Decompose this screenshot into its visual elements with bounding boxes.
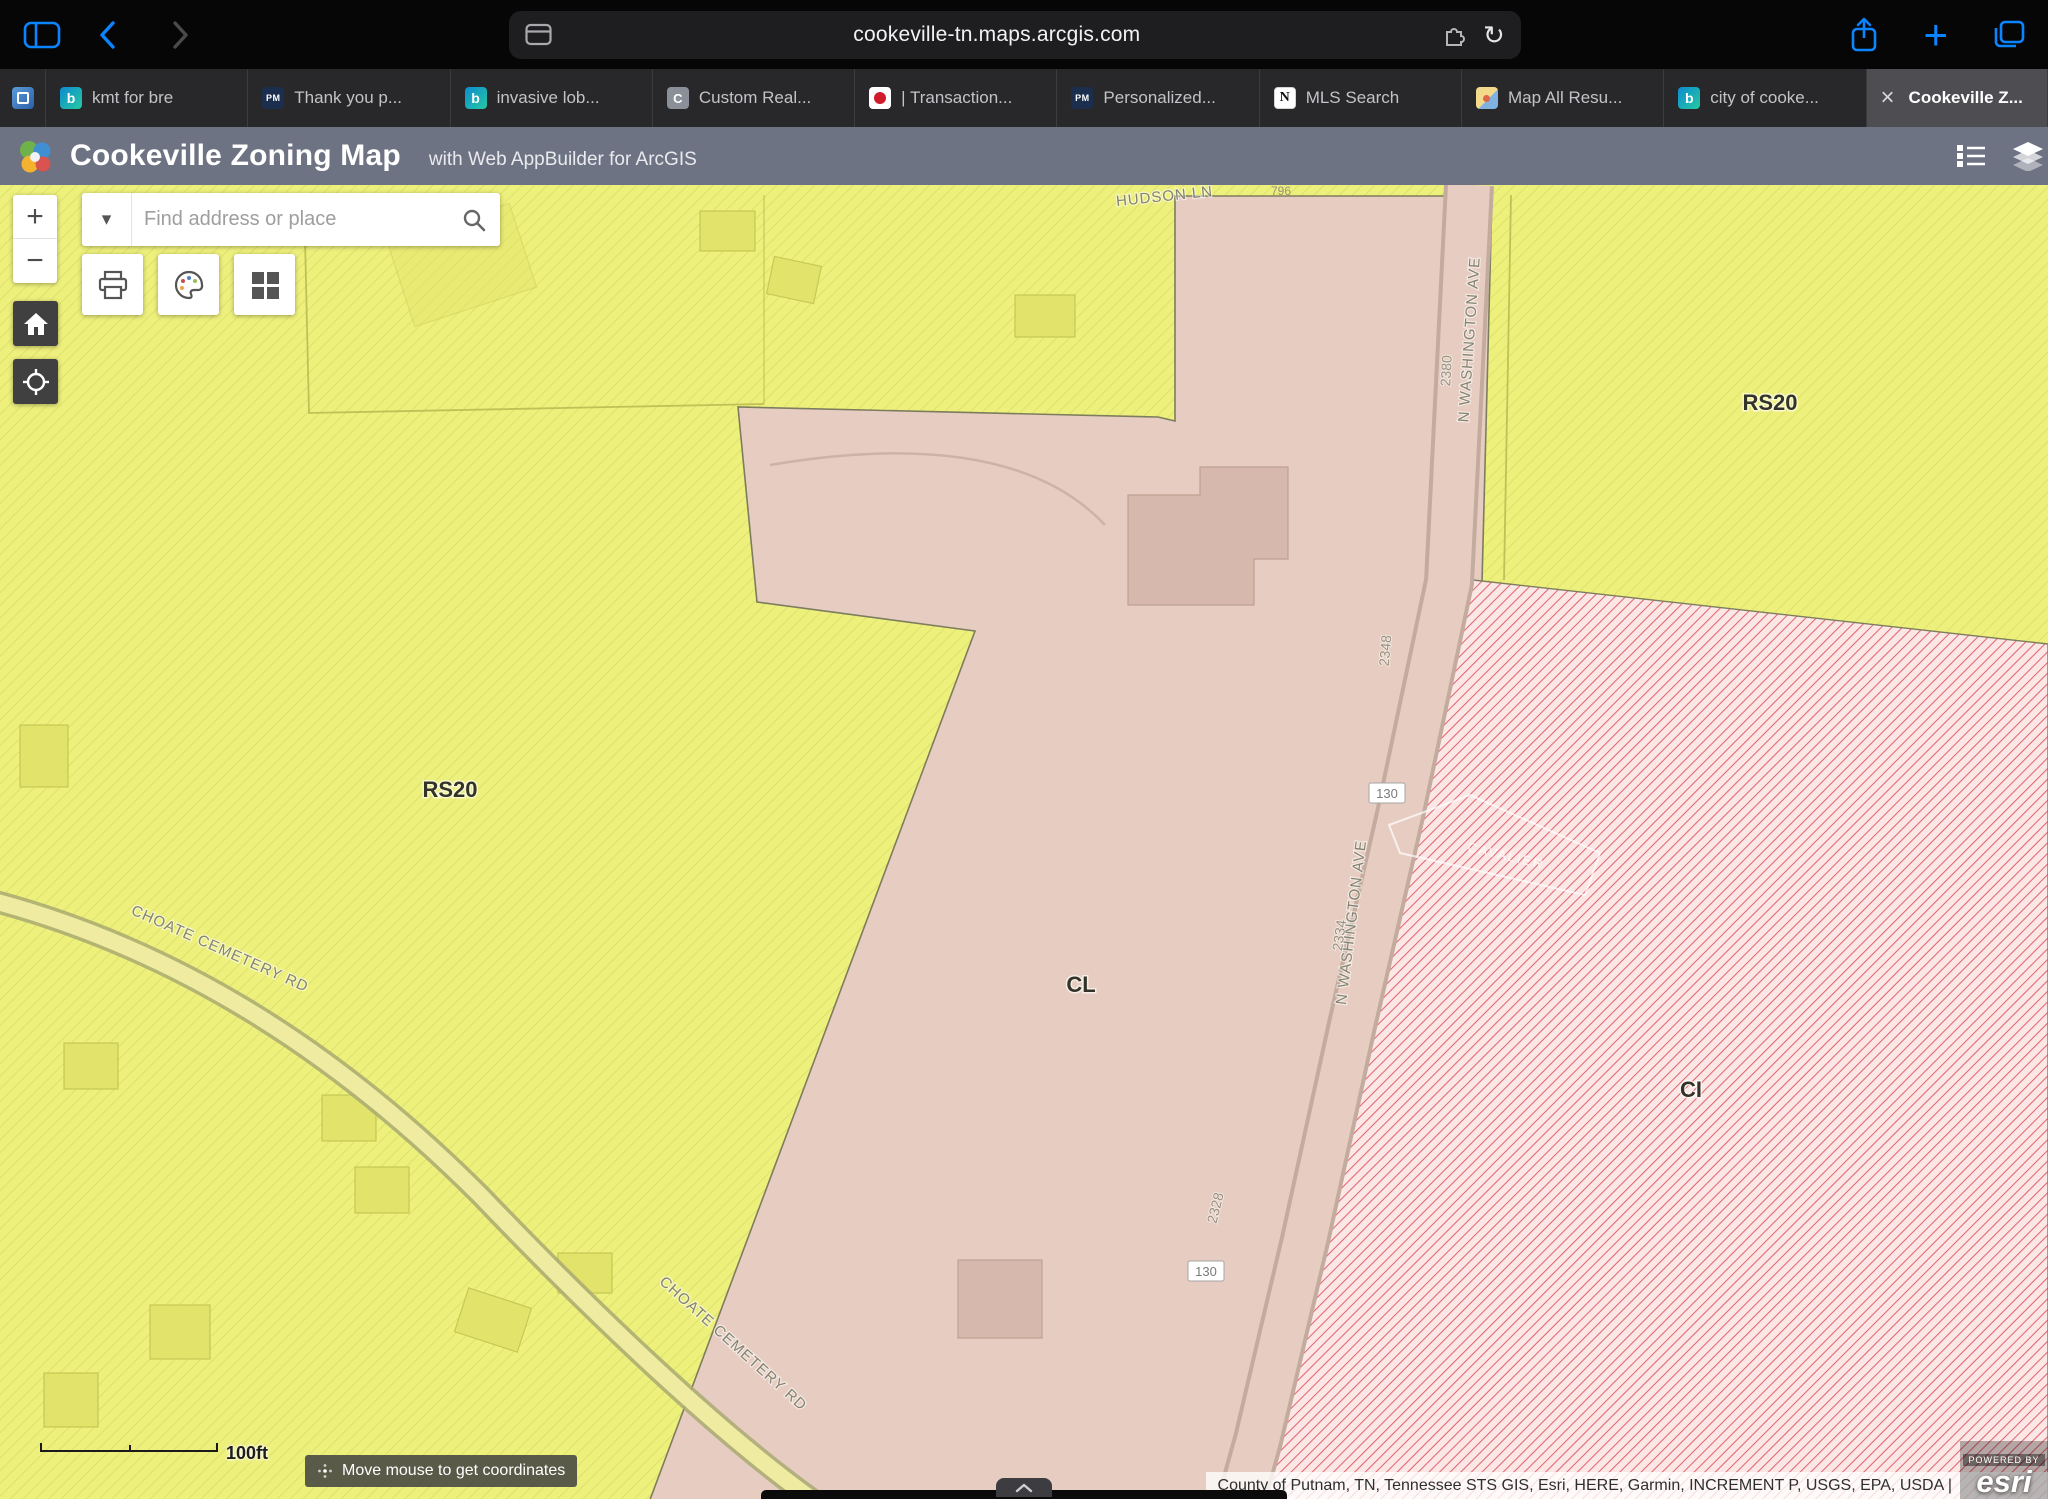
search-source-dropdown[interactable]: ▾: [82, 193, 132, 246]
reload-button[interactable]: ↻: [1483, 22, 1505, 48]
chevron-left-icon: [98, 19, 118, 51]
page-settings-icon[interactable]: [525, 23, 552, 46]
toolbar-right-group: +: [1849, 14, 2026, 56]
url-bar[interactable]: cookeville-tn.maps.arcgis.com ↻: [509, 11, 1521, 59]
back-button[interactable]: [98, 19, 118, 51]
legend-icon[interactable]: [1956, 143, 1986, 169]
zoom-control: + −: [13, 195, 57, 283]
zone-label-ci: CI: [1680, 1077, 1702, 1102]
zone-label-rs20-left: RS20: [422, 777, 477, 802]
c-favicon: C: [667, 87, 689, 109]
zoning-basemap[interactable]: 130 130 RS20 RS20 CL CI CHOATE CEMETERY …: [0, 185, 2048, 1499]
page-subtitle: with Web AppBuilder for ArcGIS: [429, 149, 697, 171]
tab-label: Custom Real...: [699, 88, 811, 108]
tab-city-of-cookeville[interactable]: b city of cooke...: [1664, 69, 1866, 127]
forward-button[interactable]: [170, 19, 190, 51]
draw-palette-button[interactable]: [158, 254, 219, 315]
house-number: 2380: [1437, 355, 1455, 387]
svg-text:130: 130: [1376, 786, 1398, 801]
bing-favicon: b: [465, 87, 487, 109]
locate-button[interactable]: [13, 359, 58, 404]
basemap-grid-icon: [250, 270, 280, 300]
esri-logo: POWERED BY esri: [1960, 1441, 2048, 1499]
scale-bar: [40, 1443, 218, 1452]
sidebar-toggle-button[interactable]: [22, 19, 62, 51]
pm-favicon: PM: [1071, 87, 1093, 109]
tab-mls-search[interactable]: N MLS Search: [1260, 69, 1462, 127]
zone-label-cl: CL: [1066, 972, 1095, 997]
tabs-icon: [1992, 19, 2026, 51]
tab-transaction[interactable]: | Transaction...: [855, 69, 1057, 127]
sidebar-icon: [22, 19, 62, 51]
bing-favicon: b: [1678, 87, 1700, 109]
house-number: 796: [1271, 185, 1291, 198]
header-widget-icons: [1956, 141, 2044, 171]
tab-label: Thank you p...: [294, 88, 402, 108]
n-favicon: N: [1274, 87, 1296, 109]
tab-label: kmt for bre: [92, 88, 173, 108]
tab-label: Personalized...: [1103, 88, 1215, 108]
tab-custom-real[interactable]: C Custom Real...: [653, 69, 855, 127]
basemap-gallery-button[interactable]: [234, 254, 295, 315]
app-header: Cookeville Zoning Map with Web AppBuilde…: [0, 127, 2048, 185]
coordinate-hint-tooltip: Move mouse to get coordinates: [305, 1455, 577, 1487]
zone-label-rs20-right: RS20: [1742, 390, 1797, 415]
page-title: Cookeville Zoning Map: [70, 139, 401, 173]
tab-personalized[interactable]: PM Personalized...: [1057, 69, 1259, 127]
search-input[interactable]: [132, 193, 447, 246]
tab-label: Map All Resu...: [1508, 88, 1622, 108]
house-number: 2348: [1376, 634, 1395, 667]
tab-pinned[interactable]: [0, 69, 46, 127]
pinned-favicon: [12, 87, 34, 109]
tab-strip: b kmt for bre PM Thank you p... b invasi…: [0, 69, 2048, 127]
bing-favicon: b: [60, 87, 82, 109]
address-search-widget: ▾: [82, 193, 500, 246]
tab-label: city of cooke...: [1710, 88, 1819, 108]
zoom-in-button[interactable]: +: [13, 195, 57, 239]
map-viewport[interactable]: 130 130 RS20 RS20 CL CI CHOATE CEMETERY …: [0, 185, 2048, 1499]
coordinate-hint-text: Move mouse to get coordinates: [342, 1462, 565, 1480]
tab-map-all[interactable]: Map All Resu...: [1462, 69, 1664, 127]
share-icon: [1849, 16, 1879, 54]
pull-up-handle[interactable]: [996, 1478, 1052, 1497]
browser-window: cookeville-tn.maps.arcgis.com ↻ +: [0, 0, 2048, 1499]
scale-label: 100ft: [226, 1443, 268, 1464]
locate-icon: [22, 368, 50, 396]
tab-label: Cookeville Z...: [1909, 88, 2023, 108]
share-button[interactable]: [1849, 16, 1879, 54]
print-button[interactable]: [82, 254, 143, 315]
tab-label: invasive lob...: [497, 88, 600, 108]
print-icon: [97, 270, 129, 300]
tab-thank-you[interactable]: PM Thank you p...: [248, 69, 450, 127]
home-extent-button[interactable]: [13, 301, 58, 346]
search-button[interactable]: [447, 193, 500, 246]
browser-toolbar: cookeville-tn.maps.arcgis.com ↻ +: [0, 0, 2048, 69]
coordinates-icon[interactable]: [317, 1463, 333, 1479]
extensions-icon[interactable]: [1442, 22, 1467, 47]
tab-invasive[interactable]: b invasive lob...: [451, 69, 653, 127]
pm-favicon: PM: [262, 87, 284, 109]
palette-icon: [173, 269, 205, 301]
chevron-right-icon: [170, 19, 190, 51]
tab-kmt[interactable]: b kmt for bre: [46, 69, 248, 127]
home-icon: [23, 312, 49, 336]
tab-cookeville-zoning-active[interactable]: × Cookeville Z...: [1867, 69, 2048, 127]
zoom-out-button[interactable]: −: [13, 239, 57, 283]
new-tab-button[interactable]: +: [1923, 14, 1948, 56]
tab-overview-button[interactable]: [1992, 19, 2026, 51]
map-attribution: County of Putnam, TN, Tennessee STS GIS,…: [1206, 1472, 2048, 1499]
map-favicon: [1476, 87, 1498, 109]
search-icon: [462, 208, 486, 232]
tab-label: MLS Search: [1306, 88, 1400, 108]
url-text[interactable]: cookeville-tn.maps.arcgis.com: [552, 23, 1442, 47]
esri-wordmark: esri: [1976, 1466, 2031, 1499]
tab-label: | Transaction...: [901, 88, 1012, 108]
svg-text:130: 130: [1195, 1264, 1217, 1279]
close-tab-icon[interactable]: ×: [1881, 86, 1895, 110]
red-dot-favicon: [869, 87, 891, 109]
layers-icon[interactable]: [2012, 141, 2044, 171]
chevron-up-icon: [1015, 1483, 1033, 1493]
arcgis-app-logo: [16, 137, 54, 175]
